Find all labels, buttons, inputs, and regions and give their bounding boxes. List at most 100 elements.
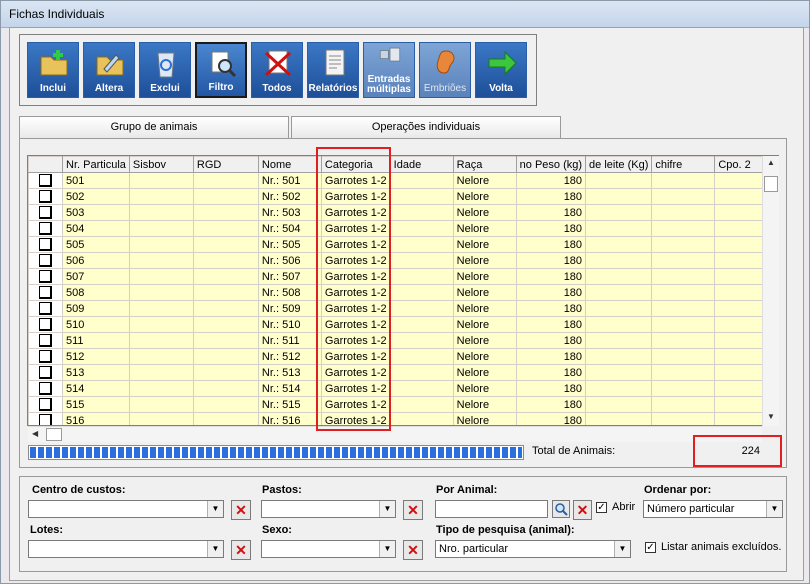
table-cell[interactable] <box>585 284 653 301</box>
table-cell[interactable] <box>192 380 259 397</box>
table-cell[interactable]: 180 <box>515 172 587 189</box>
inclui-button[interactable]: Inclui <box>27 42 79 98</box>
table-cell[interactable]: 180 <box>515 188 587 205</box>
table-cell[interactable] <box>192 252 259 269</box>
table-cell[interactable]: 180 <box>515 220 587 237</box>
row-select-cell[interactable] <box>28 300 63 317</box>
table-cell[interactable] <box>651 188 716 205</box>
table-cell[interactable] <box>192 332 259 349</box>
row-select-cell[interactable] <box>28 220 63 237</box>
row-select-cell[interactable] <box>28 412 63 425</box>
por-animal-input[interactable] <box>435 500 548 518</box>
table-cell[interactable] <box>389 396 454 413</box>
row-select-cell[interactable] <box>28 188 63 205</box>
table-cell[interactable] <box>192 284 259 301</box>
table-cell[interactable]: Nr.: 504 <box>257 220 322 237</box>
table-row[interactable]: 508 Nr.: 508 Garrotes 1-2 Nelore 180 <box>28 284 775 301</box>
table-cell[interactable] <box>128 268 194 285</box>
table-cell[interactable] <box>651 396 716 413</box>
table-cell[interactable] <box>651 236 716 253</box>
table-cell[interactable]: 503 <box>62 204 130 221</box>
table-cell[interactable]: 180 <box>515 380 587 397</box>
row-select-cell[interactable] <box>28 204 63 221</box>
search-animal-button[interactable] <box>552 500 570 518</box>
todos-button[interactable]: Todos <box>251 42 303 98</box>
row-checkbox[interactable] <box>39 238 52 252</box>
chevron-down-icon[interactable]: ▼ <box>614 541 630 557</box>
table-cell[interactable]: 513 <box>62 364 130 381</box>
tab-grupo-de-animais[interactable]: Grupo de animais <box>19 116 289 138</box>
ordenar-por-select[interactable]: Número particular ▼ <box>643 500 783 518</box>
chevron-down-icon[interactable]: ▼ <box>379 541 395 557</box>
table-cell[interactable] <box>128 284 194 301</box>
table-cell[interactable]: 501 <box>62 172 130 189</box>
table-cell[interactable] <box>389 412 454 425</box>
scroll-left-icon[interactable]: ◀ <box>32 429 38 438</box>
table-cell[interactable] <box>651 172 716 189</box>
table-cell[interactable] <box>651 300 716 317</box>
table-cell[interactable] <box>585 252 653 269</box>
row-select-cell[interactable] <box>28 252 63 269</box>
table-cell[interactable] <box>192 348 259 365</box>
table-cell[interactable] <box>128 396 194 413</box>
column-header[interactable]: Sisbov <box>128 156 194 173</box>
table-cell[interactable] <box>651 348 716 365</box>
table-cell[interactable]: Nr.: 505 <box>257 236 322 253</box>
table-cell[interactable] <box>585 412 653 425</box>
grid-horizontal-scrollbar[interactable]: ◀ <box>28 426 762 442</box>
table-cell[interactable] <box>389 204 454 221</box>
table-row[interactable]: 505 Nr.: 505 Garrotes 1-2 Nelore 180 <box>28 236 775 253</box>
table-cell[interactable] <box>389 316 454 333</box>
table-cell[interactable] <box>585 380 653 397</box>
exclui-button[interactable]: Exclui <box>139 42 191 98</box>
column-header[interactable]: Nr. Particula <box>62 156 130 173</box>
row-select-cell[interactable] <box>28 380 63 397</box>
table-row[interactable]: 507 Nr.: 507 Garrotes 1-2 Nelore 180 <box>28 268 775 285</box>
table-cell[interactable]: 180 <box>515 236 587 253</box>
table-cell[interactable]: 180 <box>515 412 587 425</box>
table-cell[interactable] <box>585 172 653 189</box>
scroll-down-icon[interactable]: ▼ <box>767 412 775 421</box>
table-cell[interactable] <box>585 332 653 349</box>
table-cell[interactable] <box>651 364 716 381</box>
table-cell[interactable] <box>192 172 259 189</box>
table-row[interactable]: 503 Nr.: 503 Garrotes 1-2 Nelore 180 <box>28 204 775 221</box>
table-cell[interactable]: 510 <box>62 316 130 333</box>
table-cell[interactable] <box>389 380 454 397</box>
table-cell[interactable] <box>651 284 716 301</box>
table-cell[interactable]: 505 <box>62 236 130 253</box>
table-row[interactable]: 516 Nr.: 516 Garrotes 1-2 Nelore 180 <box>28 412 775 425</box>
table-cell[interactable]: 508 <box>62 284 130 301</box>
table-cell[interactable] <box>585 268 653 285</box>
table-row[interactable]: 515 Nr.: 515 Garrotes 1-2 Nelore 180 <box>28 396 775 413</box>
table-cell[interactable] <box>128 316 194 333</box>
sexo-select[interactable]: ▼ <box>261 540 396 558</box>
scroll-up-icon[interactable]: ▲ <box>767 158 775 167</box>
column-header[interactable]: RGD <box>192 156 259 173</box>
table-cell[interactable]: 514 <box>62 380 130 397</box>
table-cell[interactable]: 180 <box>515 396 587 413</box>
table-cell[interactable] <box>651 412 716 425</box>
title-bar[interactable]: Fichas Individuais <box>1 1 809 28</box>
table-cell[interactable] <box>651 380 716 397</box>
table-cell[interactable] <box>389 332 454 349</box>
clear-animal-button[interactable]: ✕ <box>573 500 592 520</box>
table-row[interactable]: 513 Nr.: 513 Garrotes 1-2 Nelore 180 <box>28 364 775 381</box>
table-cell[interactable]: Nelore <box>452 348 517 365</box>
table-cell[interactable] <box>651 268 716 285</box>
table-row[interactable]: 514 Nr.: 514 Garrotes 1-2 Nelore 180 <box>28 380 775 397</box>
table-cell[interactable]: Nr.: 509 <box>257 300 322 317</box>
table-cell[interactable]: Nr.: 502 <box>257 188 322 205</box>
table-cell[interactable]: Nelore <box>452 188 517 205</box>
table-cell[interactable]: Nelore <box>452 268 517 285</box>
table-cell[interactable] <box>128 364 194 381</box>
table-cell[interactable]: 180 <box>515 284 587 301</box>
table-cell[interactable] <box>128 252 194 269</box>
table-cell[interactable] <box>128 204 194 221</box>
table-cell[interactable] <box>651 316 716 333</box>
row-checkbox[interactable] <box>39 174 52 188</box>
table-cell[interactable]: Nr.: 503 <box>257 204 322 221</box>
table-row[interactable]: 502 Nr.: 502 Garrotes 1-2 Nelore 180 <box>28 188 775 205</box>
table-cell[interactable]: Nelore <box>452 412 517 425</box>
row-checkbox[interactable] <box>39 334 52 348</box>
